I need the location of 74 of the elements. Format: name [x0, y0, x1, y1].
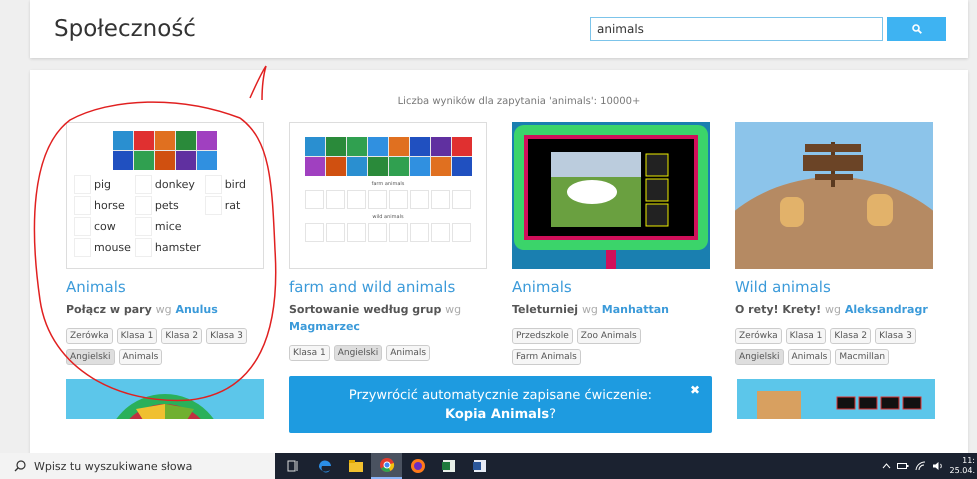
tag[interactable]: Angielski: [735, 349, 784, 365]
drop-slot: [347, 190, 366, 209]
tag[interactable]: Macmillan: [835, 349, 890, 365]
by-label: wg: [445, 303, 462, 316]
word-label: hamster: [154, 240, 201, 254]
drop-slot: [452, 190, 471, 209]
drop-slot: [305, 223, 324, 242]
word-label: donkey: [154, 178, 195, 190]
word-label: pets: [154, 198, 179, 212]
drop-slot: [368, 190, 387, 209]
word-label: bird: [224, 178, 246, 190]
search-field[interactable]: animals: [590, 17, 883, 41]
time-label: 11:: [962, 456, 975, 466]
tag[interactable]: Klasa 1: [786, 328, 826, 344]
app-icon: [408, 457, 426, 475]
tag[interactable]: Animals: [788, 349, 832, 365]
drop-slot: [368, 223, 387, 242]
date-label: 25.04.: [950, 466, 975, 476]
tag[interactable]: Angielski: [66, 349, 115, 365]
drop-slot: [305, 190, 324, 209]
wifi-icon[interactable]: [914, 461, 926, 471]
word-label: mice: [154, 220, 182, 232]
drop-slot: [431, 190, 450, 209]
activity-type: Sortowanie według grup: [289, 303, 442, 316]
taskbar-search[interactable]: Wpisz tu wyszukiwane słowa: [0, 453, 275, 479]
by-label: wg: [156, 303, 172, 316]
tag[interactable]: Klasa 1: [116, 328, 158, 344]
tag[interactable]: Zerówka: [735, 328, 782, 344]
tag[interactable]: Klasa 3: [206, 328, 247, 344]
tag[interactable]: Farm Animals: [512, 349, 581, 365]
activity-type: Teleturniej: [512, 303, 578, 316]
word-label: pig: [94, 178, 112, 190]
search-icon: [14, 460, 26, 472]
word-label: rat: [224, 198, 240, 212]
app-icon: [440, 457, 458, 475]
activity-type: O rety! Krety!: [735, 303, 822, 316]
tag[interactable]: Animals: [118, 349, 162, 365]
tag[interactable]: Klasa 2: [830, 328, 872, 344]
activity-type: Połącz w pary: [66, 303, 152, 316]
drop-slot: [347, 223, 366, 242]
tag[interactable]: Klasa 2: [161, 328, 202, 344]
tag[interactable]: Zerówka: [66, 328, 113, 344]
chevron-up-icon[interactable]: [882, 463, 891, 469]
tag[interactable]: Zoo Animals: [576, 328, 641, 344]
word-label: horse: [94, 198, 125, 212]
app-icon: [470, 457, 488, 475]
app-icon: [346, 457, 364, 475]
speaker-icon[interactable]: [932, 461, 944, 471]
drop-slot: [410, 190, 429, 209]
restore-message: Przywrócić automatycznie zapisane ćwiczenie: Kopia Animals?: [348, 388, 652, 422]
drop-slot: [431, 223, 450, 242]
drop-slot: [410, 223, 429, 242]
tag[interactable]: Angielski: [334, 345, 382, 361]
tag[interactable]: Klasa 1: [289, 345, 330, 361]
drop-slot: [326, 223, 345, 242]
tag[interactable]: Animals: [386, 345, 430, 361]
search-icon: [912, 24, 922, 34]
thumbnail[interactable]: pig horse cow mouse donkey pets mice hamster bird rat: [66, 122, 264, 269]
by-label: wg: [582, 303, 598, 316]
page-title: Społeczność: [54, 16, 197, 42]
word-label: cow: [94, 220, 116, 232]
battery-icon[interactable]: [896, 462, 909, 470]
drop-slot: [326, 190, 345, 209]
app-icon: [378, 456, 396, 474]
search-placeholder: Wpisz tu wyszukiwane słowa: [34, 460, 192, 472]
drop-slot: [389, 223, 408, 242]
by-label: wg: [825, 303, 842, 316]
drop-slot: [452, 223, 471, 242]
tag[interactable]: Przedszkole: [512, 328, 573, 344]
drop-slot: [389, 190, 408, 209]
results-count: Liczba wyników dla zapytania 'animals': 10000+: [398, 96, 640, 107]
word-label: mouse: [94, 240, 131, 254]
clock[interactable]: 11: 25.04.: [950, 456, 975, 476]
tag[interactable]: Klasa 3: [875, 328, 916, 344]
